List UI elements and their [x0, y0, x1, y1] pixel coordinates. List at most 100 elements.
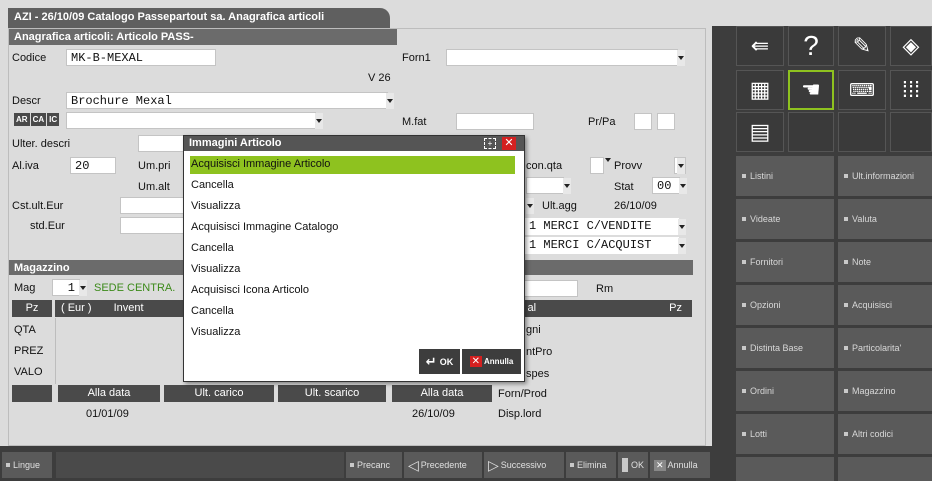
menu-item-acquisisci-immagine-catalogo[interactable]: Acquisisci Immagine Catalogo	[190, 219, 515, 237]
videate-button[interactable]: Videate	[736, 199, 834, 239]
note-button[interactable]: Note	[838, 242, 932, 282]
calculator-icon[interactable]: ▦	[736, 70, 784, 110]
resize-icon[interactable]: +	[484, 138, 496, 149]
valuta-button[interactable]: Valuta	[838, 199, 932, 239]
ordini-button[interactable]: Ordini	[736, 371, 834, 411]
fornitori-button[interactable]: Fornitori	[736, 242, 834, 282]
arrow-right-icon: ▷	[488, 456, 499, 473]
grid-icon[interactable]: ⁞⁞⁞	[890, 70, 932, 110]
pr-field[interactable]	[634, 113, 652, 130]
close-icon[interactable]: ✕	[502, 137, 516, 150]
lang-ca-button[interactable]: CA	[30, 113, 47, 126]
ult-informazioni-button[interactable]: Ult.informazioni	[838, 156, 932, 196]
provv-dropdown-icon[interactable]	[605, 158, 611, 162]
conto-vendite-dropdown[interactable]	[678, 219, 686, 235]
ultagg-side-dropdown[interactable]	[526, 198, 534, 214]
menu-item-visualizza-articolo[interactable]: Visualizza	[190, 198, 515, 216]
listini-button[interactable]: Listini	[736, 156, 834, 196]
forn-prod-label: Forn/Prod	[498, 388, 547, 400]
precanc-button[interactable]: Precanc	[346, 452, 402, 478]
lang-ic-button[interactable]: IC	[47, 113, 60, 126]
stat-dropdown[interactable]	[679, 178, 687, 194]
menu-item-cancella-catalogo[interactable]: Cancella	[190, 240, 515, 258]
elimina-button[interactable]: Elimina	[566, 452, 616, 478]
touch-icon[interactable]: ☚	[788, 70, 834, 110]
std-field[interactable]	[120, 217, 184, 234]
dialog-annulla-button[interactable]: ✕ Annulla	[462, 349, 521, 374]
acquisisci-button[interactable]: Acquisisci	[838, 285, 932, 325]
keyboard-icon[interactable]: ⌨	[838, 70, 886, 110]
menu-item-cancella-icona[interactable]: Cancella	[190, 303, 515, 321]
alla-data-2-button[interactable]: Alla data	[392, 385, 492, 402]
lotti-button[interactable]: Lotti	[736, 414, 834, 454]
mag-field[interactable]: 1	[52, 279, 80, 296]
row-prez: PREZ	[14, 345, 44, 357]
conqta-field[interactable]	[590, 157, 604, 174]
provv-label: Provv	[614, 160, 643, 172]
forn1-dropdown[interactable]	[677, 50, 685, 66]
successivo-button[interactable]: ▷ Successivo	[484, 452, 564, 478]
pa-field[interactable]	[657, 113, 675, 130]
ok-button[interactable]: OK	[618, 452, 648, 478]
forn1-field[interactable]	[446, 49, 678, 66]
mag-name: SEDE CENTRA.	[94, 282, 176, 294]
descr-dropdown[interactable]	[386, 93, 394, 109]
cstult-field[interactable]	[120, 197, 184, 214]
report-icon[interactable]: ▤	[736, 112, 784, 152]
conto-vendite-field[interactable]: 1 MERCI C/VENDITE	[525, 218, 679, 235]
provv-dropdown[interactable]	[677, 158, 685, 174]
bullet-icon	[742, 432, 746, 436]
stat-side-dropdown[interactable]	[563, 178, 571, 194]
help-icon[interactable]: ?	[788, 26, 834, 66]
empty-right-2	[838, 457, 932, 481]
col-al: i al Pz	[516, 300, 692, 317]
codice-field[interactable]: MK-B-MEXAL	[66, 49, 216, 66]
form-header: Anagrafica articoli: Articolo PASS-	[9, 29, 397, 45]
magazzino-button[interactable]: Magazzino	[838, 371, 932, 411]
dialog-title: Immagini Articolo	[189, 137, 282, 149]
row-qta: QTA	[14, 324, 36, 336]
aliva-field[interactable]: 20	[70, 157, 116, 174]
annulla-button[interactable]: ✕ Annulla	[650, 452, 710, 478]
successivo-label: Successivo	[500, 460, 547, 470]
empty-tool-1	[788, 112, 834, 152]
precedente-button[interactable]: ◁ Precedente	[404, 452, 482, 478]
edit-note-icon[interactable]: ✎	[838, 26, 886, 66]
mfat-field[interactable]	[456, 113, 534, 130]
ult-scarico-button[interactable]: Ult. scarico	[278, 385, 386, 402]
bullet-icon	[742, 346, 746, 350]
chevron-down-icon	[679, 225, 685, 229]
divider	[55, 318, 56, 384]
menu-item-visualizza-catalogo[interactable]: Visualizza	[190, 261, 515, 279]
conto-acquisti-dropdown[interactable]	[678, 238, 686, 254]
distinta-base-button[interactable]: Distinta Base	[736, 328, 834, 368]
menu-item-visualizza-icona[interactable]: Visualizza	[190, 324, 515, 342]
particolarita-button[interactable]: Particolarita'	[838, 328, 932, 368]
lang-ar-button[interactable]: AR	[14, 113, 30, 126]
menu-item-acquisisci-icona-articolo[interactable]: Acquisisci Icona Articolo	[190, 282, 515, 300]
dialog-ok-button[interactable]: ↵ OK	[419, 349, 460, 374]
altri-codici-button[interactable]: Altri codici	[838, 414, 932, 454]
descr-extra-dropdown[interactable]	[315, 113, 323, 129]
alla-data-1-button[interactable]: Alla data	[58, 385, 160, 402]
cube-icon[interactable]: ◈	[890, 26, 932, 66]
lingue-button[interactable]: Lingue	[2, 452, 52, 478]
stat-field[interactable]: 00	[652, 177, 680, 194]
empty-tool-2	[838, 112, 886, 152]
bullet-icon	[844, 217, 848, 221]
mail-fold-icon[interactable]: ⇚	[736, 26, 784, 66]
descr-extra-field[interactable]	[66, 112, 316, 129]
altri-codici-label: Altri codici	[852, 429, 894, 439]
opzioni-button[interactable]: Opzioni	[736, 285, 834, 325]
field-left-of-stat[interactable]	[526, 177, 564, 194]
mag-extra-field[interactable]	[516, 280, 578, 297]
mag-dropdown[interactable]	[79, 280, 87, 296]
conto-acquisti-field[interactable]: 1 MERCI C/ACQUIST	[525, 237, 679, 254]
ulter-descri-field[interactable]	[138, 135, 184, 152]
ult-carico-button[interactable]: Ult. carico	[164, 385, 274, 402]
menu-item-cancella-articolo[interactable]: Cancella	[190, 177, 515, 195]
magazzino-btn-label: Magazzino	[852, 386, 896, 396]
descr-field[interactable]: Brochure Mexal	[66, 92, 388, 109]
menu-item-acquisisci-immagine-articolo[interactable]: Acquisisci Immagine Articolo	[190, 156, 515, 174]
chevron-down-icon	[678, 56, 684, 60]
